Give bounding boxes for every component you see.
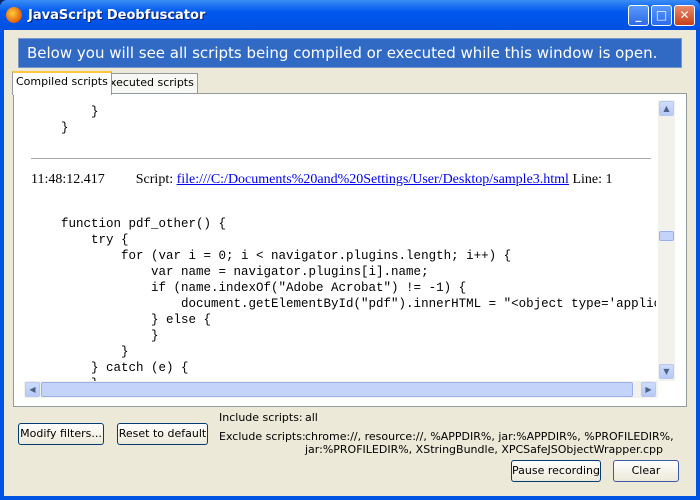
- script-entry-header: 11:48:12.417 Script: file:///C:/Documents…: [31, 172, 613, 188]
- scroll-up-button[interactable]: ▲: [659, 101, 674, 116]
- separator: [31, 158, 651, 159]
- minimize-button[interactable]: _: [628, 5, 649, 26]
- scroll-down-button[interactable]: ▼: [659, 364, 674, 379]
- clear-button[interactable]: Clear: [613, 460, 679, 482]
- timestamp: 11:48:12.417: [31, 172, 105, 187]
- code-block: } }: [61, 105, 99, 135]
- tab-executed-scripts[interactable]: Executed scripts: [99, 73, 198, 94]
- scripts-panel: } } 11:48:12.417 Script: file:///C:/Docum…: [13, 93, 687, 407]
- vertical-scroll-thumb[interactable]: [659, 231, 674, 241]
- maximize-button[interactable]: □: [651, 5, 672, 26]
- include-value: all: [305, 411, 318, 424]
- tab-compiled-scripts[interactable]: Compiled scripts: [12, 71, 112, 95]
- info-banner: Below you will see all scripts being com…: [18, 38, 682, 68]
- horizontal-scrollbar[interactable]: ◀ ▶: [24, 381, 658, 398]
- script-log: } } 11:48:12.417 Script: file:///C:/Docum…: [24, 100, 656, 381]
- script-label: Script:: [135, 172, 174, 187]
- client-area: Below you will see all scripts being com…: [4, 30, 696, 496]
- window-title: JavaScript Deobfuscator: [28, 8, 206, 23]
- vertical-scrollbar[interactable]: ▲ ▼: [658, 100, 675, 381]
- exclude-label: Exclude scripts:: [219, 430, 306, 443]
- reset-to-default-button[interactable]: Reset to default: [117, 423, 208, 445]
- pause-recording-button[interactable]: Pause recording: [511, 460, 601, 482]
- scroll-left-button[interactable]: ◀: [25, 382, 40, 397]
- script-url-link[interactable]: file:///C:/Documents%20and%20Settings/Us…: [177, 172, 569, 187]
- code-block: function pdf_other() { try { for (var i …: [61, 217, 656, 381]
- title-bar[interactable]: JavaScript Deobfuscator _ □ ✕: [0, 0, 700, 30]
- include-label: Include scripts:: [219, 411, 303, 424]
- deobfuscator-window: JavaScript Deobfuscator _ □ ✕ Below you …: [0, 0, 700, 500]
- exclude-value-line1: chrome://, resource://, %APPDIR%, jar:%A…: [305, 430, 674, 443]
- scroll-right-button[interactable]: ▶: [641, 382, 656, 397]
- modify-filters-button[interactable]: Modify filters...: [18, 423, 104, 445]
- exclude-value-line2: jar:%PROFILEDIR%, XStringBundle, XPCSafe…: [305, 443, 663, 456]
- firefox-icon: [6, 7, 22, 23]
- line-label: Line: 1: [572, 172, 613, 187]
- horizontal-scroll-thumb[interactable]: [41, 382, 633, 397]
- close-button[interactable]: ✕: [674, 5, 695, 26]
